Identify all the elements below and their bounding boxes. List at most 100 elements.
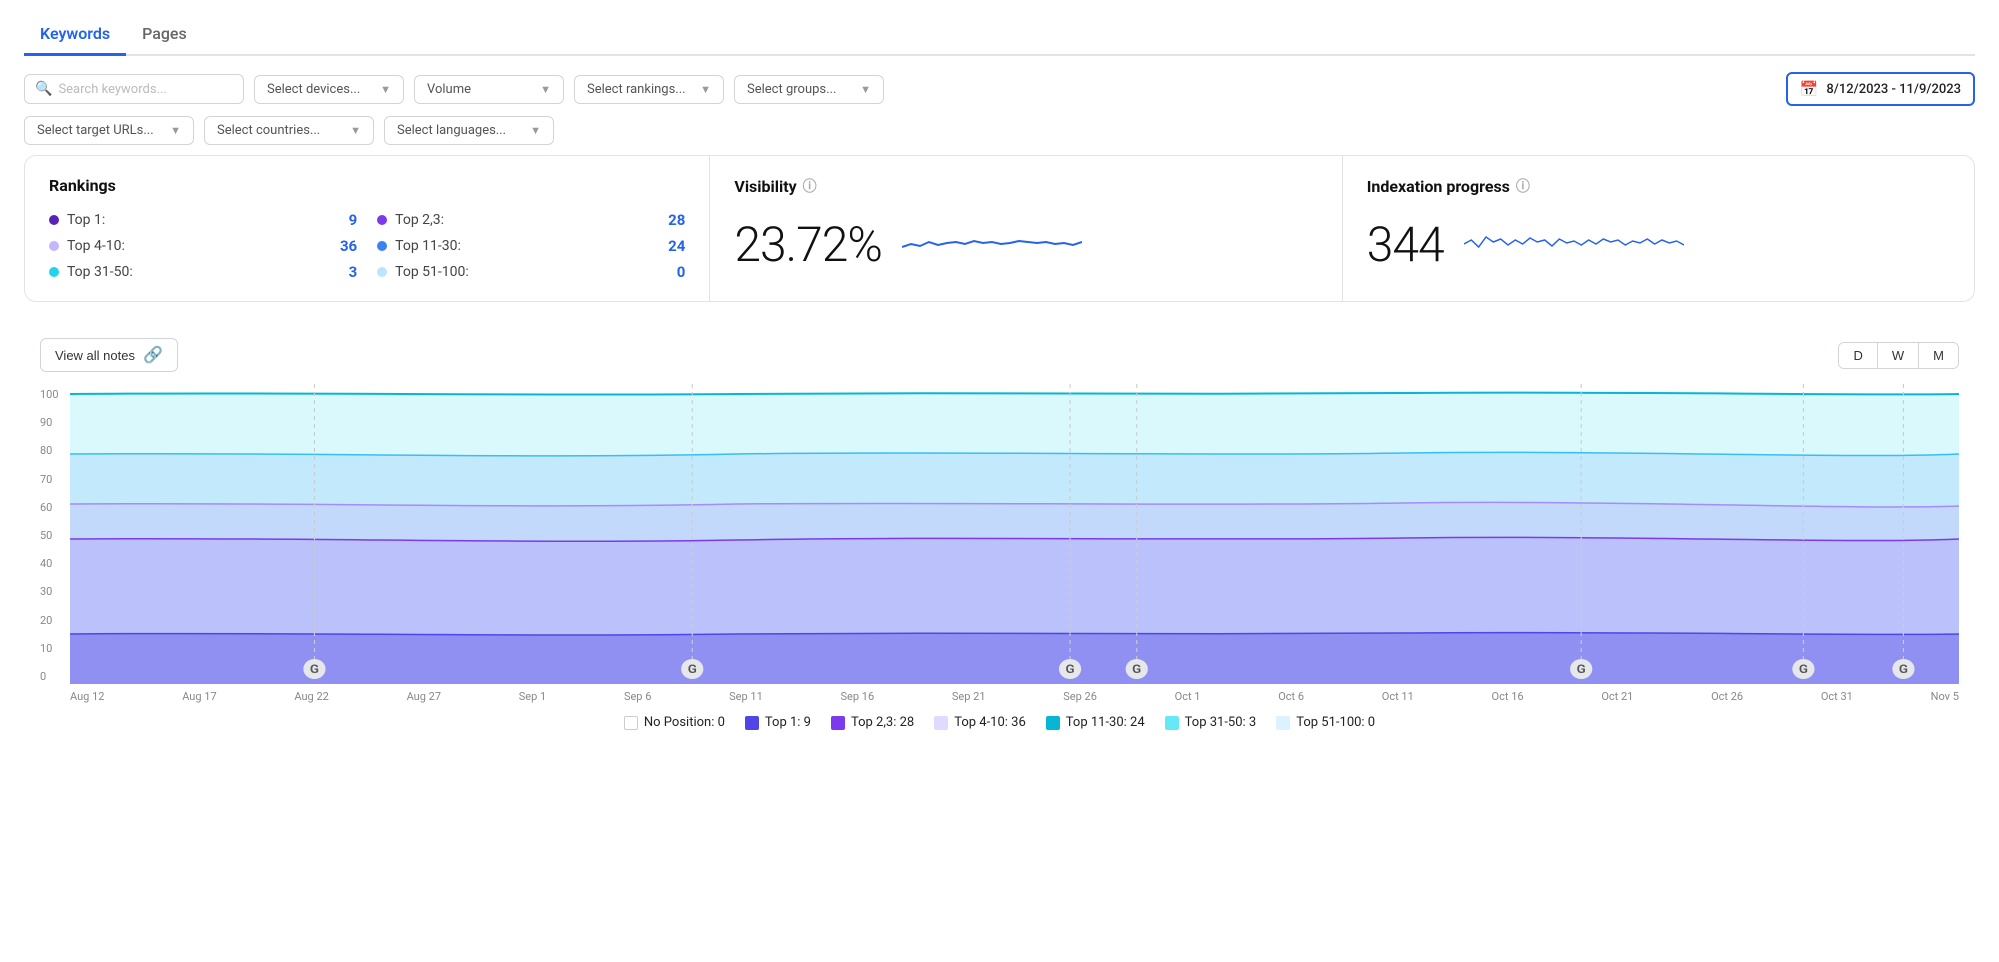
- svg-text:G: G: [1899, 663, 1908, 677]
- target-urls-dropdown[interactable]: Select target URLs... ▼: [24, 116, 194, 145]
- legend-label: Top 31-50: 3: [1185, 715, 1257, 730]
- info-icon: ⓘ: [1516, 176, 1530, 196]
- ranking-item: Top 4-10: 36: [49, 237, 357, 255]
- visibility-value: 23.72%: [734, 216, 881, 273]
- ranking-dot: [377, 215, 387, 225]
- search-placeholder: Search keywords...: [58, 82, 166, 97]
- countries-label: Select countries...: [217, 123, 320, 138]
- ranking-item: Top 2,3: 28: [377, 211, 685, 229]
- x-axis-labels: Aug 12 Aug 17 Aug 22 Aug 27 Sep 1 Sep 6 …: [70, 690, 1959, 707]
- visibility-content: 23.72%: [734, 212, 1317, 276]
- ranking-count: 28: [668, 211, 685, 229]
- rankings-label: Select rankings...: [587, 82, 686, 97]
- legend-color-box[interactable]: [934, 716, 948, 730]
- ranking-dot: [377, 267, 387, 277]
- visibility-title: Visibility ⓘ: [734, 176, 1317, 196]
- countries-dropdown[interactable]: Select countries... ▼: [204, 116, 374, 145]
- y-axis-labels: 100 90 80 70 60 50 40 30 20 10 0: [40, 384, 70, 707]
- indexation-card: Indexation progress ⓘ 344: [1343, 156, 1974, 301]
- visibility-sparkline: [902, 212, 1318, 276]
- date-range-value: 8/12/2023 - 11/9/2023: [1826, 82, 1961, 97]
- indexation-title: Indexation progress ⓘ: [1367, 176, 1950, 196]
- calendar-icon: 📅: [1800, 80, 1819, 98]
- groups-label: Select groups...: [747, 82, 836, 97]
- legend-checkbox[interactable]: [624, 716, 638, 730]
- svg-text:G: G: [1577, 663, 1586, 677]
- svg-text:G: G: [1132, 663, 1141, 677]
- legend-item: Top 31-50: 3: [1165, 715, 1257, 730]
- filters-row-1: 🔍 Search keywords... Select devices... ▼…: [24, 72, 1975, 106]
- ranking-label: Top 2,3:: [395, 212, 444, 228]
- ranking-count: 9: [349, 211, 358, 229]
- languages-dropdown[interactable]: Select languages... ▼: [384, 116, 554, 145]
- chevron-down-icon: ▼: [350, 124, 361, 137]
- svg-text:G: G: [688, 663, 697, 677]
- target-urls-label: Select target URLs...: [37, 123, 154, 138]
- ranking-label: Top 51-100:: [395, 264, 469, 280]
- ranking-label: Top 4-10:: [67, 238, 125, 254]
- rankings-dropdown[interactable]: Select rankings... ▼: [574, 75, 724, 104]
- ranking-label: Top 11-30:: [395, 238, 461, 254]
- search-icon: 🔍: [35, 81, 52, 97]
- search-keywords-input[interactable]: 🔍 Search keywords...: [24, 74, 244, 104]
- chevron-down-icon: ▼: [530, 124, 541, 137]
- period-btn-w[interactable]: W: [1878, 343, 1919, 368]
- chart-area: View all notes 🔗 DWM 100 90 80 70 60 50 …: [24, 322, 1975, 746]
- legend-color-box[interactable]: [831, 716, 845, 730]
- ranking-item: Top 1: 9: [49, 211, 357, 229]
- rankings-grid: Top 1: 9 Top 2,3: 28 Top 4-10: 36 Top 11…: [49, 211, 685, 281]
- visibility-card: Visibility ⓘ 23.72%: [710, 156, 1342, 301]
- groups-dropdown[interactable]: Select groups... ▼: [734, 75, 884, 104]
- legend-color-box[interactable]: [1165, 716, 1179, 730]
- ranking-dot: [49, 267, 59, 277]
- legend-label: Top 2,3: 28: [851, 715, 914, 730]
- legend-item: Top 51-100: 0: [1276, 715, 1375, 730]
- period-buttons: DWM: [1838, 342, 1959, 369]
- legend-label: Top 51-100: 0: [1296, 715, 1375, 730]
- indexation-sparkline: [1464, 212, 1950, 276]
- ranking-item: Top 31-50: 3: [49, 263, 357, 281]
- period-btn-m[interactable]: M: [1919, 343, 1958, 368]
- legend-label: Top 4-10: 36: [954, 715, 1026, 730]
- rankings-card: Rankings Top 1: 9 Top 2,3: 28 Top 4-10: …: [25, 156, 710, 301]
- view-all-notes-button[interactable]: View all notes 🔗: [40, 338, 178, 372]
- volume-dropdown[interactable]: Volume ▼: [414, 75, 564, 104]
- ranking-dot: [49, 215, 59, 225]
- chevron-down-icon: ▼: [540, 83, 551, 96]
- legend-color-box[interactable]: [745, 716, 759, 730]
- svg-text:G: G: [1066, 663, 1075, 677]
- metrics-row: Rankings Top 1: 9 Top 2,3: 28 Top 4-10: …: [24, 155, 1975, 302]
- legend-item: Top 1: 9: [745, 715, 811, 730]
- legend-color-box[interactable]: [1276, 716, 1290, 730]
- legend-item: Top 11-30: 24: [1046, 715, 1145, 730]
- view-notes-label: View all notes: [55, 348, 135, 363]
- chevron-down-icon: ▼: [170, 124, 181, 137]
- chevron-down-icon: ▼: [380, 83, 391, 96]
- tab-keywords[interactable]: Keywords: [24, 16, 126, 56]
- ranking-count: 24: [668, 237, 685, 255]
- legend-item: Top 4-10: 36: [934, 715, 1026, 730]
- chart-content: G G G G G G G Aug 12 Aug 17: [70, 384, 1959, 707]
- ranking-item: Top 51-100: 0: [377, 263, 685, 281]
- svg-text:G: G: [1799, 663, 1808, 677]
- period-btn-d[interactable]: D: [1839, 343, 1877, 368]
- ranking-item: Top 11-30: 24: [377, 237, 685, 255]
- tab-pages[interactable]: Pages: [126, 16, 203, 56]
- legend-color-box[interactable]: [1046, 716, 1060, 730]
- volume-label: Volume: [427, 82, 471, 97]
- legend-item: No Position: 0: [624, 715, 725, 730]
- legend-item: Top 2,3: 28: [831, 715, 914, 730]
- ranking-dot: [49, 241, 59, 251]
- devices-dropdown[interactable]: Select devices... ▼: [254, 75, 404, 104]
- rankings-title: Rankings: [49, 176, 685, 195]
- indexation-content: 344: [1367, 212, 1950, 276]
- chart-legend: No Position: 0 Top 1: 9 Top 2,3: 28 Top 4-1…: [40, 715, 1959, 730]
- ranking-dot: [377, 241, 387, 251]
- ranking-label: Top 31-50:: [67, 264, 133, 280]
- ranking-label: Top 1:: [67, 212, 105, 228]
- ranking-count: 0: [677, 263, 686, 281]
- date-range-picker[interactable]: 📅 8/12/2023 - 11/9/2023: [1786, 72, 1975, 106]
- notes-icon: 🔗: [143, 345, 163, 365]
- filters-row-2: Select target URLs... ▼ Select countries…: [24, 116, 1975, 145]
- ranking-count: 36: [340, 237, 357, 255]
